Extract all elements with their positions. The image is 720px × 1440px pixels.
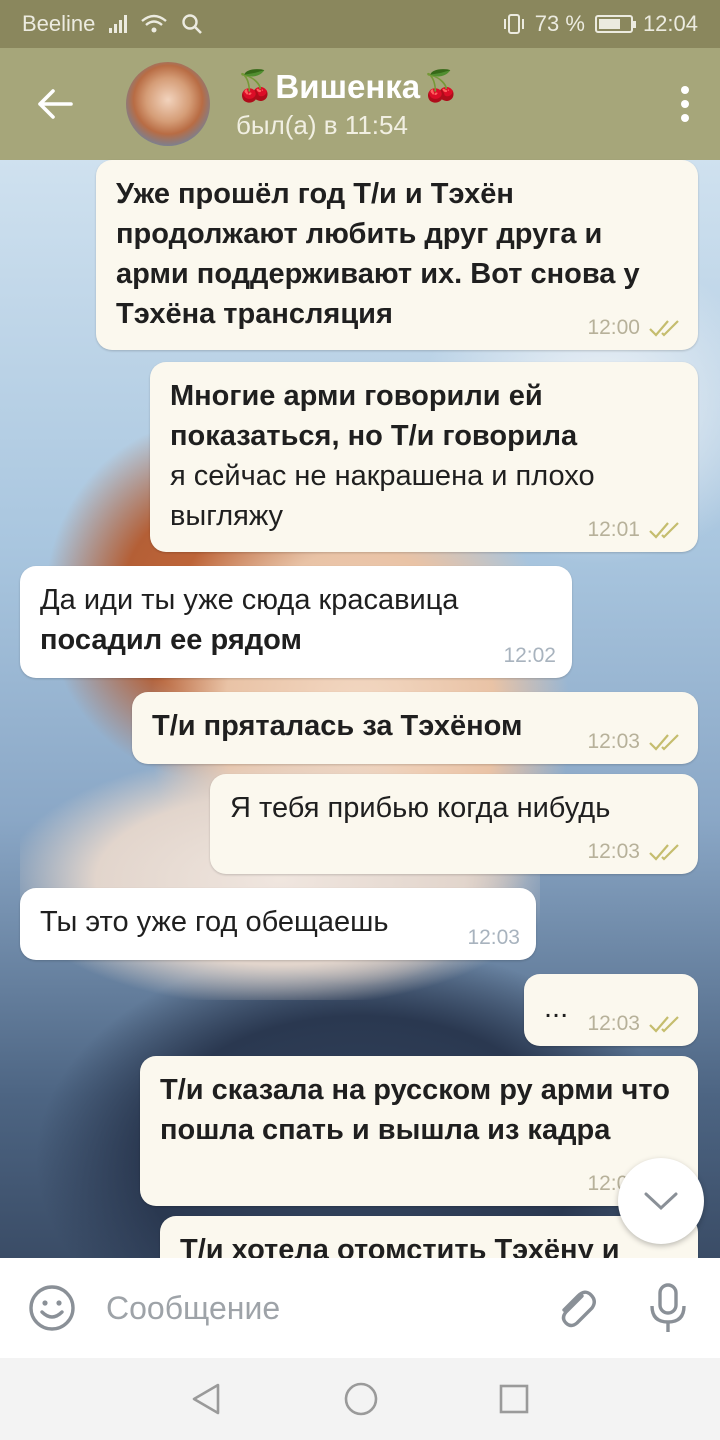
emoji-icon [29,1285,75,1331]
mic-button[interactable] [640,1280,696,1336]
message-bubble[interactable]: Ты это уже год обещаешь 12:03 [20,888,536,960]
message-text: Да иди ты уже сюда красавица [40,584,459,616]
more-vert-icon [681,114,689,122]
emoji-button[interactable] [24,1280,80,1336]
message-time: 12:03 [587,730,640,753]
mic-icon [650,1283,686,1332]
double-check-icon [649,522,679,539]
cell-signal-icon [109,15,128,33]
chevron-down-icon [644,1192,678,1211]
message-text: Я тебя прибью когда нибудь [230,792,611,824]
message-text-continued: посадил ее рядом [40,624,302,656]
nav-home-icon[interactable] [343,1381,379,1417]
double-check-icon [649,1016,679,1033]
message-text: Ты это уже год обещаешь [40,906,389,938]
message-meta: 12:03 [587,1012,682,1036]
message-time: 12:00 [587,316,640,339]
status-bar: Beeline 73 % 12:04 [0,0,720,48]
chat-info[interactable]: 🍒 Вишенка 🍒 был(а) в 11:54 [236,68,460,141]
double-check-icon [649,844,679,861]
nav-back-icon[interactable] [190,1382,224,1416]
message-bubble[interactable]: Да иди ты уже сюда красавица посадил ее … [20,566,572,678]
message-bubble[interactable]: Т/и пряталась за Тэхёном 12:03 [132,692,698,764]
battery-percent: 73 % [534,11,585,36]
message-time: 12:03 [587,1012,640,1035]
message-bubble[interactable]: Т/и сказала на русском ру арми что пошла… [140,1056,698,1206]
scroll-down-button[interactable] [618,1158,704,1244]
nav-recents-icon[interactable] [498,1383,530,1415]
more-vert-icon [681,100,689,108]
chat-header: 🍒 Вишенка 🍒 был(а) в 11:54 [0,48,720,160]
back-button[interactable] [0,48,110,160]
avatar[interactable] [126,62,210,146]
message-time: 12:03 [587,840,640,863]
message-time: 12:02 [503,644,556,667]
more-button[interactable] [650,48,720,160]
message-text: Т/и сказала на русском ру арми что пошла… [160,1074,670,1146]
message-bubble[interactable]: Я тебя прибью когда нибудь 12:03 [210,774,698,874]
carrier-name: Beeline [22,11,96,36]
message-bubble[interactable]: ... 12:03 [524,974,698,1046]
message-meta: 12:00 [587,316,682,340]
battery-icon [594,15,636,33]
message-input[interactable] [106,1289,548,1327]
message-meta: 12:01 [587,518,682,542]
system-nav-bar [0,1358,720,1440]
message-bubble[interactable]: Многие арми говорили ей показаться, но Т… [150,362,698,552]
message-meta: 12:03 [587,840,682,864]
message-bubble[interactable]: Уже прошёл год Т/и и Тэхён продолжают лю… [96,160,698,350]
back-arrow-icon [38,89,73,119]
message-text: Многие арми говорили ей показаться, но Т… [170,380,578,452]
message-input-bar [0,1258,720,1358]
message-meta: 12:03 [467,926,520,950]
message-time: 12:01 [587,518,640,541]
cherry-icon: 🍒 [236,70,274,103]
chat-title: 🍒 Вишенка 🍒 [236,68,460,106]
message-time: 12:03 [467,926,520,949]
double-check-icon [649,734,679,751]
cherry-icon: 🍒 [422,70,460,103]
clock: 12:04 [642,11,698,36]
battery-level [598,19,620,29]
attach-icon [561,1290,596,1328]
message-meta: 12:02 [503,644,556,668]
double-check-icon [649,320,679,337]
message-text: Уже прошёл год Т/и и Тэхён продолжают лю… [116,178,640,330]
search-icon [182,14,203,34]
message-meta: 12:03 [587,730,682,754]
attach-button[interactable] [548,1280,604,1336]
chat-title-text: Вишенка [275,67,421,105]
wifi-icon [141,14,168,33]
last-seen: был(а) в 11:54 [236,109,408,140]
more-vert-icon [681,86,689,94]
vibrate-icon [503,14,524,34]
